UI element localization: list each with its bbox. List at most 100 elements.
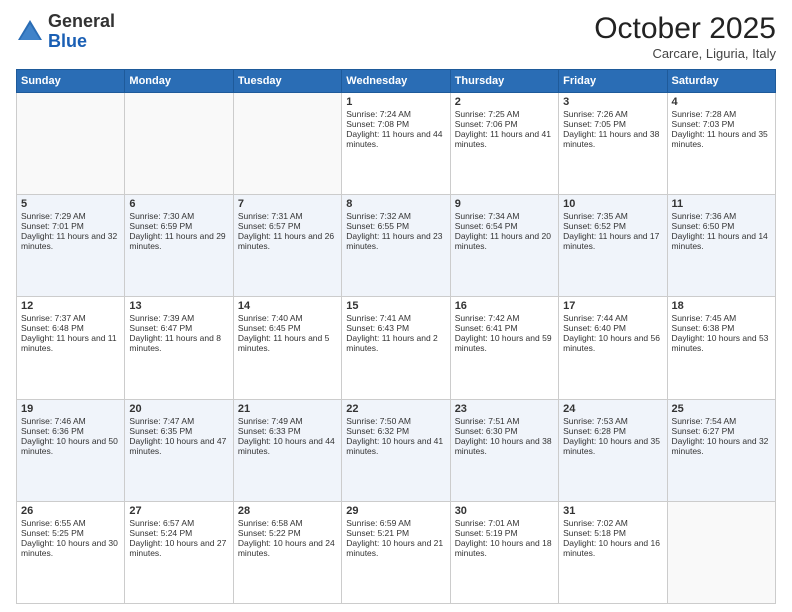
day-info-line: Daylight: 11 hours and 2 minutes. bbox=[346, 333, 445, 353]
day-number: 3 bbox=[563, 96, 662, 108]
day-info-line: Sunrise: 7:39 AM bbox=[129, 313, 228, 323]
day-number: 14 bbox=[238, 300, 337, 312]
day-info-line: Sunset: 6:40 PM bbox=[563, 323, 662, 333]
day-info-line: Sunrise: 7:29 AM bbox=[21, 211, 120, 221]
cell-5-1: 26Sunrise: 6:55 AMSunset: 5:25 PMDayligh… bbox=[17, 501, 125, 603]
day-info-line: Sunrise: 7:26 AM bbox=[563, 109, 662, 119]
day-info-line: Sunrise: 7:30 AM bbox=[129, 211, 228, 221]
col-header-friday: Friday bbox=[559, 70, 667, 93]
cell-1-6: 3Sunrise: 7:26 AMSunset: 7:05 PMDaylight… bbox=[559, 93, 667, 195]
day-info-line: Daylight: 11 hours and 8 minutes. bbox=[129, 333, 228, 353]
day-info-line: Daylight: 10 hours and 30 minutes. bbox=[21, 538, 120, 558]
day-info-line: Sunrise: 7:49 AM bbox=[238, 416, 337, 426]
week-row-1: 1Sunrise: 7:24 AMSunset: 7:08 PMDaylight… bbox=[17, 93, 776, 195]
day-number: 8 bbox=[346, 198, 445, 210]
day-info-line: Daylight: 11 hours and 41 minutes. bbox=[455, 129, 554, 149]
logo-icon bbox=[16, 18, 44, 46]
day-info-line: Sunrise: 7:32 AM bbox=[346, 211, 445, 221]
day-number: 21 bbox=[238, 403, 337, 415]
cell-2-1: 5Sunrise: 7:29 AMSunset: 7:01 PMDaylight… bbox=[17, 195, 125, 297]
day-info-line: Sunrise: 7:44 AM bbox=[563, 313, 662, 323]
day-number: 17 bbox=[563, 300, 662, 312]
day-number: 31 bbox=[563, 505, 662, 517]
day-info-line: Sunrise: 6:55 AM bbox=[21, 518, 120, 528]
cell-3-1: 12Sunrise: 7:37 AMSunset: 6:48 PMDayligh… bbox=[17, 297, 125, 399]
day-info-line: Sunrise: 7:50 AM bbox=[346, 416, 445, 426]
cell-5-2: 27Sunrise: 6:57 AMSunset: 5:24 PMDayligh… bbox=[125, 501, 233, 603]
day-number: 2 bbox=[455, 96, 554, 108]
day-info-line: Sunset: 6:50 PM bbox=[672, 221, 771, 231]
day-number: 19 bbox=[21, 403, 120, 415]
logo-blue-text: Blue bbox=[48, 32, 115, 52]
day-info-line: Daylight: 11 hours and 20 minutes. bbox=[455, 231, 554, 251]
day-info-line: Sunset: 5:22 PM bbox=[238, 528, 337, 538]
col-header-thursday: Thursday bbox=[450, 70, 558, 93]
day-info-line: Sunrise: 7:53 AM bbox=[563, 416, 662, 426]
day-info-line: Daylight: 10 hours and 21 minutes. bbox=[346, 538, 445, 558]
cell-5-4: 29Sunrise: 6:59 AMSunset: 5:21 PMDayligh… bbox=[342, 501, 450, 603]
day-info-line: Daylight: 11 hours and 11 minutes. bbox=[21, 333, 120, 353]
day-info-line: Daylight: 10 hours and 56 minutes. bbox=[563, 333, 662, 353]
week-row-4: 19Sunrise: 7:46 AMSunset: 6:36 PMDayligh… bbox=[17, 399, 776, 501]
day-info-line: Sunset: 6:36 PM bbox=[21, 426, 120, 436]
day-info-line: Daylight: 11 hours and 38 minutes. bbox=[563, 129, 662, 149]
week-row-2: 5Sunrise: 7:29 AMSunset: 7:01 PMDaylight… bbox=[17, 195, 776, 297]
day-number: 4 bbox=[672, 96, 771, 108]
day-info-line: Sunset: 5:21 PM bbox=[346, 528, 445, 538]
day-number: 25 bbox=[672, 403, 771, 415]
day-info-line: Daylight: 10 hours and 16 minutes. bbox=[563, 538, 662, 558]
day-info-line: Daylight: 10 hours and 47 minutes. bbox=[129, 436, 228, 456]
day-info-line: Daylight: 10 hours and 44 minutes. bbox=[238, 436, 337, 456]
day-info-line: Daylight: 11 hours and 23 minutes. bbox=[346, 231, 445, 251]
day-info-line: Sunrise: 7:36 AM bbox=[672, 211, 771, 221]
day-info-line: Sunset: 6:45 PM bbox=[238, 323, 337, 333]
cell-3-4: 15Sunrise: 7:41 AMSunset: 6:43 PMDayligh… bbox=[342, 297, 450, 399]
cell-1-7: 4Sunrise: 7:28 AMSunset: 7:03 PMDaylight… bbox=[667, 93, 775, 195]
day-number: 29 bbox=[346, 505, 445, 517]
day-info-line: Sunset: 6:30 PM bbox=[455, 426, 554, 436]
day-info-line: Sunset: 6:57 PM bbox=[238, 221, 337, 231]
day-info-line: Daylight: 10 hours and 41 minutes. bbox=[346, 436, 445, 456]
day-info-line: Sunset: 6:59 PM bbox=[129, 221, 228, 231]
cell-4-4: 22Sunrise: 7:50 AMSunset: 6:32 PMDayligh… bbox=[342, 399, 450, 501]
cell-3-5: 16Sunrise: 7:42 AMSunset: 6:41 PMDayligh… bbox=[450, 297, 558, 399]
day-info-line: Sunrise: 7:25 AM bbox=[455, 109, 554, 119]
day-info-line: Sunrise: 7:46 AM bbox=[21, 416, 120, 426]
page: General Blue October 2025 Carcare, Ligur… bbox=[0, 0, 792, 612]
day-number: 16 bbox=[455, 300, 554, 312]
day-number: 12 bbox=[21, 300, 120, 312]
cell-4-1: 19Sunrise: 7:46 AMSunset: 6:36 PMDayligh… bbox=[17, 399, 125, 501]
day-number: 24 bbox=[563, 403, 662, 415]
cell-5-6: 31Sunrise: 7:02 AMSunset: 5:18 PMDayligh… bbox=[559, 501, 667, 603]
calendar: SundayMondayTuesdayWednesdayThursdayFrid… bbox=[16, 69, 776, 604]
week-row-3: 12Sunrise: 7:37 AMSunset: 6:48 PMDayligh… bbox=[17, 297, 776, 399]
day-info-line: Sunset: 7:08 PM bbox=[346, 119, 445, 129]
day-number: 23 bbox=[455, 403, 554, 415]
day-info-line: Sunrise: 7:40 AM bbox=[238, 313, 337, 323]
day-info-line: Daylight: 10 hours and 50 minutes. bbox=[21, 436, 120, 456]
col-header-sunday: Sunday bbox=[17, 70, 125, 93]
cell-3-3: 14Sunrise: 7:40 AMSunset: 6:45 PMDayligh… bbox=[233, 297, 341, 399]
location: Carcare, Liguria, Italy bbox=[594, 46, 776, 61]
day-info-line: Daylight: 11 hours and 5 minutes. bbox=[238, 333, 337, 353]
day-number: 10 bbox=[563, 198, 662, 210]
day-number: 9 bbox=[455, 198, 554, 210]
day-number: 26 bbox=[21, 505, 120, 517]
day-info-line: Sunset: 6:47 PM bbox=[129, 323, 228, 333]
col-header-monday: Monday bbox=[125, 70, 233, 93]
day-number: 22 bbox=[346, 403, 445, 415]
logo-text: General Blue bbox=[48, 12, 115, 52]
day-info-line: Sunset: 6:43 PM bbox=[346, 323, 445, 333]
cell-5-7 bbox=[667, 501, 775, 603]
day-info-line: Sunset: 6:52 PM bbox=[563, 221, 662, 231]
day-info-line: Sunrise: 7:02 AM bbox=[563, 518, 662, 528]
day-info-line: Sunset: 5:19 PM bbox=[455, 528, 554, 538]
day-number: 30 bbox=[455, 505, 554, 517]
cell-1-1 bbox=[17, 93, 125, 195]
cell-1-2 bbox=[125, 93, 233, 195]
day-info-line: Daylight: 11 hours and 26 minutes. bbox=[238, 231, 337, 251]
day-number: 15 bbox=[346, 300, 445, 312]
cell-3-6: 17Sunrise: 7:44 AMSunset: 6:40 PMDayligh… bbox=[559, 297, 667, 399]
day-number: 1 bbox=[346, 96, 445, 108]
day-info-line: Sunrise: 6:57 AM bbox=[129, 518, 228, 528]
